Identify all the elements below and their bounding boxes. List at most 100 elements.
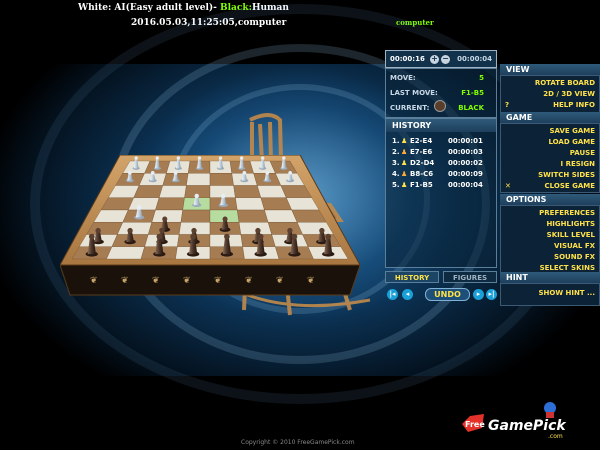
close-icon: ✕ bbox=[505, 182, 511, 190]
select-skins-item[interactable]: SELECT SKINS bbox=[540, 264, 595, 272]
hint-menu: SHOW HINT ... bbox=[500, 283, 600, 306]
board-square[interactable] bbox=[264, 209, 298, 223]
board-ornament-icon: ❦ bbox=[245, 276, 253, 286]
visual-fx-item[interactable]: VISUAL FX bbox=[554, 242, 595, 250]
history-row-move: B8-C6 bbox=[410, 170, 434, 178]
resign-item[interactable]: I RESIGN bbox=[561, 160, 595, 168]
history-row-move: E2-E4 bbox=[410, 137, 433, 145]
board-ornament-icon: ❦ bbox=[214, 276, 222, 286]
close-game-item[interactable]: CLOSE GAME bbox=[545, 182, 595, 190]
history-row-time: 00:00:04 bbox=[448, 181, 483, 189]
pause-item[interactable]: PAUSE bbox=[570, 149, 595, 157]
move-info-panel: MOVE: 5 LAST MOVE: F1-B5 CURRENT: BLACK bbox=[385, 68, 497, 118]
clock-minus-icon[interactable]: − bbox=[441, 55, 450, 64]
show-hint-item[interactable]: SHOW HINT ... bbox=[538, 289, 595, 297]
board-square[interactable] bbox=[106, 246, 145, 260]
board-ornament-icon: ❦ bbox=[152, 276, 160, 286]
highlights-item[interactable]: HIGHLIGHTS bbox=[546, 220, 595, 228]
help-icon: ? bbox=[505, 101, 510, 109]
history-row-move: E7-E6 bbox=[410, 148, 433, 156]
board-square[interactable] bbox=[151, 209, 183, 223]
first-move-icon[interactable]: |◂ bbox=[387, 289, 398, 300]
history-piece-icon: ♟ bbox=[401, 137, 408, 145]
history-row-number: 2. bbox=[392, 148, 400, 156]
switch-sides-item[interactable]: SWITCH SIDES bbox=[538, 171, 595, 179]
board-square[interactable] bbox=[117, 222, 153, 235]
history-row-number: 1. bbox=[392, 137, 400, 145]
board-square[interactable] bbox=[158, 185, 187, 198]
gamepick-logo: Free GamePick .com bbox=[462, 402, 567, 440]
board-ornament-icon: ❦ bbox=[121, 276, 129, 286]
view-title: VIEW bbox=[500, 64, 600, 75]
tab-history[interactable]: HISTORY bbox=[385, 271, 439, 283]
board-square[interactable] bbox=[186, 173, 211, 186]
board-square[interactable] bbox=[209, 173, 234, 186]
board-ornament-icon: ❦ bbox=[183, 276, 191, 286]
board-ornament-icon: ❦ bbox=[276, 276, 284, 286]
sound-fx-item[interactable]: SOUND FX bbox=[554, 253, 595, 261]
history-row-time: 00:00:03 bbox=[448, 148, 483, 156]
board-square[interactable] bbox=[128, 197, 160, 211]
next-move-icon[interactable]: ▸ bbox=[473, 289, 484, 300]
white-label: White: bbox=[78, 3, 112, 13]
svg-text:GamePick: GamePick bbox=[488, 418, 567, 434]
svg-text:.com: .com bbox=[548, 433, 563, 440]
history-row-time: 00:00:02 bbox=[448, 159, 483, 167]
preferences-item[interactable]: PREFERENCES bbox=[539, 209, 595, 217]
rotate-board-item[interactable]: ROTATE BOARD bbox=[535, 79, 595, 87]
history-tabs: HISTORY FIGURES bbox=[385, 271, 497, 283]
history-row-move: F1-B5 bbox=[410, 181, 433, 189]
board-square[interactable] bbox=[180, 209, 211, 223]
board-square[interactable] bbox=[238, 222, 272, 235]
board-square[interactable] bbox=[233, 185, 262, 198]
black-clock: 00:00:04 bbox=[457, 55, 492, 63]
history-piece-icon: ♟ bbox=[401, 148, 408, 156]
hint-title: HINT bbox=[500, 272, 600, 283]
history-row-time: 00:00:09 bbox=[448, 170, 483, 178]
load-game-item[interactable]: LOAD GAME bbox=[548, 138, 595, 146]
history-row-time: 00:00:01 bbox=[448, 137, 483, 145]
board-ornament-icon: ❦ bbox=[90, 276, 98, 286]
undo-button[interactable]: UNDO bbox=[425, 288, 470, 301]
board-square[interactable] bbox=[155, 197, 185, 211]
history-title: HISTORY bbox=[386, 119, 496, 132]
history-row-number: 5. bbox=[392, 181, 400, 189]
current-label: CURRENT: bbox=[390, 104, 430, 112]
history-piece-icon: ♟ bbox=[401, 170, 408, 178]
prev-move-icon[interactable]: ◂ bbox=[402, 289, 413, 300]
history-piece-icon: ♟ bbox=[401, 181, 408, 189]
history-piece-icon: ♟ bbox=[401, 159, 408, 167]
game-title: GAME bbox=[500, 112, 600, 123]
svg-text:Free: Free bbox=[465, 420, 485, 429]
clock-add-icon[interactable]: + bbox=[430, 55, 439, 64]
history-row-move: D2-D4 bbox=[410, 159, 435, 167]
last-move-icon[interactable]: ▸| bbox=[486, 289, 497, 300]
right-menu: VIEW ROTATE BOARD 2D / 3D VIEW ? HELP IN… bbox=[500, 64, 600, 307]
history-panel: HISTORY 1. E2-E4 00:00:01 ♟ 2. E7-E6 00:00:03 ♟… bbox=[385, 118, 497, 268]
last-move-label: LAST MOVE: bbox=[390, 89, 438, 97]
board-square[interactable] bbox=[237, 209, 269, 223]
white-player: AI(Easy adult level) bbox=[114, 3, 214, 13]
help-info-item[interactable]: HELP INFO bbox=[553, 101, 595, 109]
white-clock: 00:00:16 bbox=[390, 55, 425, 63]
view-2d-3d-item[interactable]: 2D / 3D VIEW bbox=[543, 90, 595, 98]
board-square[interactable] bbox=[235, 197, 265, 211]
last-move-value: F1-B5 bbox=[461, 89, 484, 97]
current-player: BLACK bbox=[458, 104, 484, 112]
move-number: 5 bbox=[479, 74, 484, 82]
skill-level-item[interactable]: SKILL LEVEL bbox=[547, 231, 595, 239]
players-separator: - bbox=[213, 3, 221, 13]
clock-bar: 00:00:16 + − 00:00:04 bbox=[385, 50, 497, 68]
chess-board[interactable]: ❦ ❦ ❦ ❦ ❦ ❦ ❦ ❦ bbox=[60, 155, 360, 300]
history-row-number: 3. bbox=[392, 159, 400, 167]
tab-figures[interactable]: FIGURES bbox=[443, 271, 497, 283]
save-game-item[interactable]: SAVE GAME bbox=[549, 127, 595, 135]
move-label: MOVE: bbox=[390, 74, 416, 82]
board-square[interactable] bbox=[267, 222, 303, 235]
board-ornament-icon: ❦ bbox=[307, 276, 315, 286]
history-row-number: 4. bbox=[392, 170, 400, 178]
options-title: OPTIONS bbox=[500, 194, 600, 205]
view-menu: ROTATE BOARD 2D / 3D VIEW ? HELP INFO bbox=[500, 75, 600, 113]
options-menu: PREFERENCES HIGHLIGHTS SKILL LEVEL VISUA… bbox=[500, 205, 600, 274]
copyright-text: Copyright © 2010 FreeGamePick.com bbox=[241, 439, 355, 446]
